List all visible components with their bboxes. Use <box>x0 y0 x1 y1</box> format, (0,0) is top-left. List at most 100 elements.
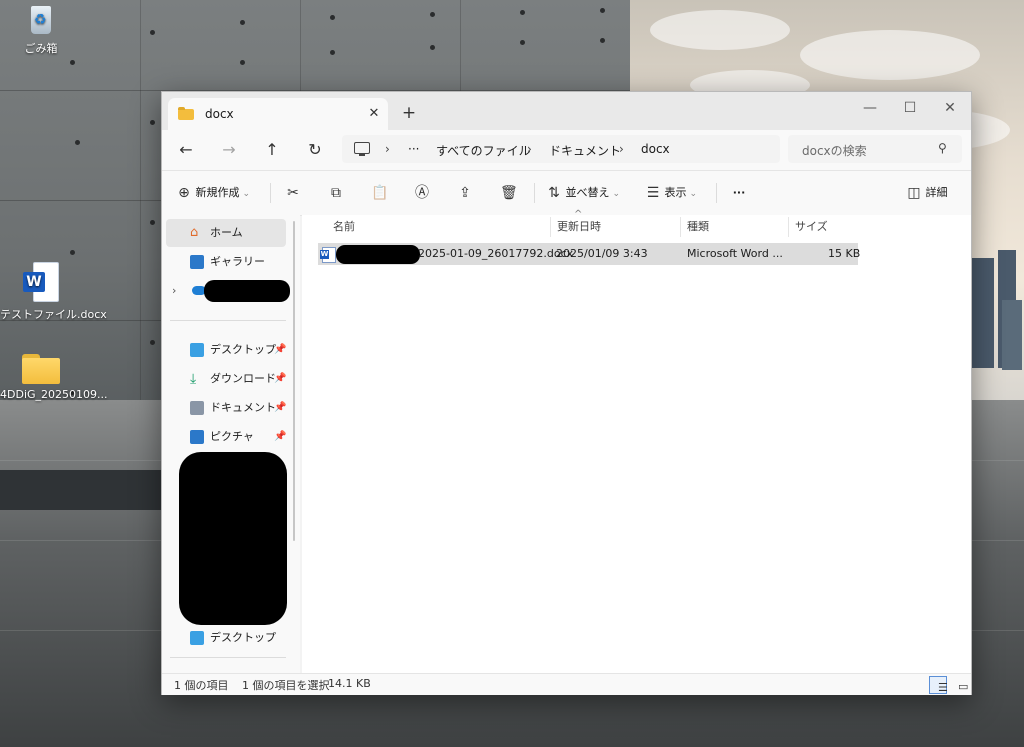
pictures-icon <box>190 430 204 444</box>
tab-docx[interactable]: docx ✕ <box>168 98 388 130</box>
sort-button[interactable]: ⇅ 並べ替え ⌄ <box>546 182 620 204</box>
status-bar: 1 個の項目 1 個の項目を選択 14.1 KB ☰ ▭ <box>162 673 971 695</box>
expand-chevron-icon[interactable]: › <box>172 277 176 305</box>
file-list: ^ 名前 更新日時 種類 サイズ 2025-01-09_26017792.doc… <box>302 209 971 673</box>
sidebar-item-gallery[interactable]: ギャラリー <box>166 248 286 276</box>
maximize-button[interactable]: ☐ <box>890 96 930 120</box>
sidebar-item-downloads[interactable]: ⤓ ダウンロード 📌 <box>166 365 286 393</box>
cut-button[interactable]: ✂ <box>279 182 307 204</box>
share-button[interactable]: ⇪ <box>451 182 479 204</box>
folder-icon <box>20 352 62 384</box>
desktop-wallpaper-rail <box>0 470 170 510</box>
status-selected: 1 個の項目を選択 <box>242 679 330 692</box>
share-icon: ⇪ <box>459 185 471 201</box>
tiles-view-button[interactable]: ▭ <box>950 676 969 693</box>
sidebar-item-label: デスクトップ <box>210 631 276 644</box>
plus-circle-icon: ⊕ <box>178 185 190 201</box>
desktop-icon <box>190 631 204 645</box>
sidebar-item-onedrive[interactable]: › <box>166 277 290 305</box>
new-tab-button[interactable]: + <box>398 102 420 124</box>
sidebar-item-label: デスクトップ <box>210 343 276 356</box>
breadcrumb-separator: › <box>619 142 624 156</box>
sidebar-item-label: ピクチャ <box>210 430 254 443</box>
more-options-button[interactable]: ··· <box>725 182 753 204</box>
status-item-count: 1 個の項目 <box>174 679 229 692</box>
pin-icon: 📌 <box>274 373 287 384</box>
rename-icon: Ⓐ <box>415 185 429 201</box>
tiles-view-icon: ▭ <box>958 680 969 693</box>
desktop-icon-label: 4DDiG_20250109... <box>0 388 108 401</box>
rename-button[interactable]: Ⓐ <box>408 182 436 204</box>
view-button[interactable]: ☰ 表示 ⌄ <box>645 182 697 204</box>
column-header-modified[interactable]: 更新日時 <box>557 215 601 239</box>
sidebar-item-desktop[interactable]: デスクトップ 📌 <box>166 336 286 364</box>
desktop-icon-test-docx[interactable]: W テストファイル.docx <box>0 262 107 322</box>
tab-title: docx <box>205 107 234 121</box>
sidebar-item-label: ギャラリー <box>210 255 265 268</box>
details-view-icon: ☰ <box>938 681 948 694</box>
breadcrumb-separator: › <box>527 142 532 156</box>
search-box[interactable]: docxの検索 ⚲ <box>788 135 962 163</box>
copy-icon: ⧉ <box>331 185 341 201</box>
search-input[interactable]: docxの検索 <box>802 142 867 159</box>
view-button-label: 表示 <box>664 186 687 199</box>
sidebar-item-pictures[interactable]: ピクチャ 📌 <box>166 423 286 451</box>
address-bar[interactable]: › ··· すべてのファイル › ドキュメント › docx <box>342 135 780 163</box>
sidebar-item-label: ホーム <box>210 226 243 239</box>
breadcrumb-documents[interactable]: ドキュメント <box>549 142 621 159</box>
close-window-button[interactable]: ✕ <box>930 96 970 120</box>
up-button[interactable]: ↑ <box>258 138 286 162</box>
folder-icon <box>178 107 194 120</box>
tab-close-button[interactable]: ✕ <box>364 104 384 124</box>
table-row[interactable]: 2025-01-09_26017792.docx 2025/01/09 3:43… <box>318 243 860 265</box>
trash-icon: 🗑 <box>500 185 518 201</box>
home-icon: ⌂ <box>190 225 199 240</box>
file-name: 2025-01-09_26017792.docx <box>418 247 574 260</box>
column-header-type[interactable]: 種類 <box>687 215 709 239</box>
document-icon <box>190 401 204 415</box>
details-pane-button[interactable]: ◫ 詳細 <box>906 182 948 204</box>
this-pc-icon <box>354 142 370 156</box>
delete-button[interactable]: 🗑 <box>494 182 522 204</box>
sidebar-item-home[interactable]: ⌂ ホーム <box>166 219 286 247</box>
breadcrumb-more-button[interactable]: ··· <box>408 142 419 156</box>
sidebar-item-documents[interactable]: ドキュメント 📌 <box>166 394 286 422</box>
tab-strip: docx ✕ + — ☐ ✕ <box>162 92 971 130</box>
pin-icon: 📌 <box>274 344 287 355</box>
word-document-icon <box>320 247 336 263</box>
desktop-icon-label: テストファイル.docx <box>0 308 107 321</box>
list-view-icon: ☰ <box>646 185 660 201</box>
breadcrumb-separator: › <box>385 142 390 156</box>
minimize-button[interactable]: — <box>850 96 890 120</box>
redacted-account-name <box>204 280 290 302</box>
pin-icon: 📌 <box>274 402 287 413</box>
new-button-label: 新規作成 <box>195 186 240 199</box>
breadcrumb-all-files[interactable]: すべてのファイル <box>436 142 531 159</box>
column-header-size[interactable]: サイズ <box>795 215 828 239</box>
recycle-bin-icon: ♻ <box>26 2 56 36</box>
sidebar-item-label: ドキュメント <box>210 401 276 414</box>
copy-button[interactable]: ⧉ <box>322 182 350 204</box>
sort-button-label: 並べ替え <box>565 186 610 199</box>
column-header-name[interactable]: 名前 <box>333 215 355 239</box>
scissors-icon: ✂ <box>287 185 299 201</box>
new-button[interactable]: ⊕ 新規作成 ⌄ <box>176 182 250 204</box>
details-pane-icon: ◫ <box>907 185 921 201</box>
sidebar-scrollbar[interactable] <box>293 221 295 541</box>
refresh-button[interactable]: ↻ <box>301 138 329 162</box>
navigation-pane: ⌂ ホーム ギャラリー › デスクトップ 📌 ⤓ ダウンロード 📌 ドキュメント… <box>162 215 300 673</box>
details-view-button[interactable]: ☰ <box>929 676 948 694</box>
download-icon: ⤓ <box>190 371 197 387</box>
breadcrumb-docx[interactable]: docx <box>641 142 670 156</box>
forward-button[interactable]: → <box>215 138 243 162</box>
file-explorer-window: docx ✕ + — ☐ ✕ ← → ↑ ↻ › ··· すべてのファイル › … <box>161 91 972 695</box>
back-button[interactable]: ← <box>172 138 200 162</box>
sidebar-item-desktop-2[interactable]: デスクトップ <box>166 624 286 652</box>
desktop-icon-recycle-bin[interactable]: ♻ ごみ箱 <box>0 2 82 56</box>
pin-icon: 📌 <box>274 431 287 442</box>
word-document-icon: W <box>23 262 59 302</box>
desktop-icon-4ddig-folder[interactable]: 4DDiG_20250109... <box>0 352 108 401</box>
sidebar-item-label: ダウンロード <box>210 372 276 385</box>
details-pane-label: 詳細 <box>925 186 948 199</box>
paste-button[interactable]: 📋 <box>365 182 393 204</box>
